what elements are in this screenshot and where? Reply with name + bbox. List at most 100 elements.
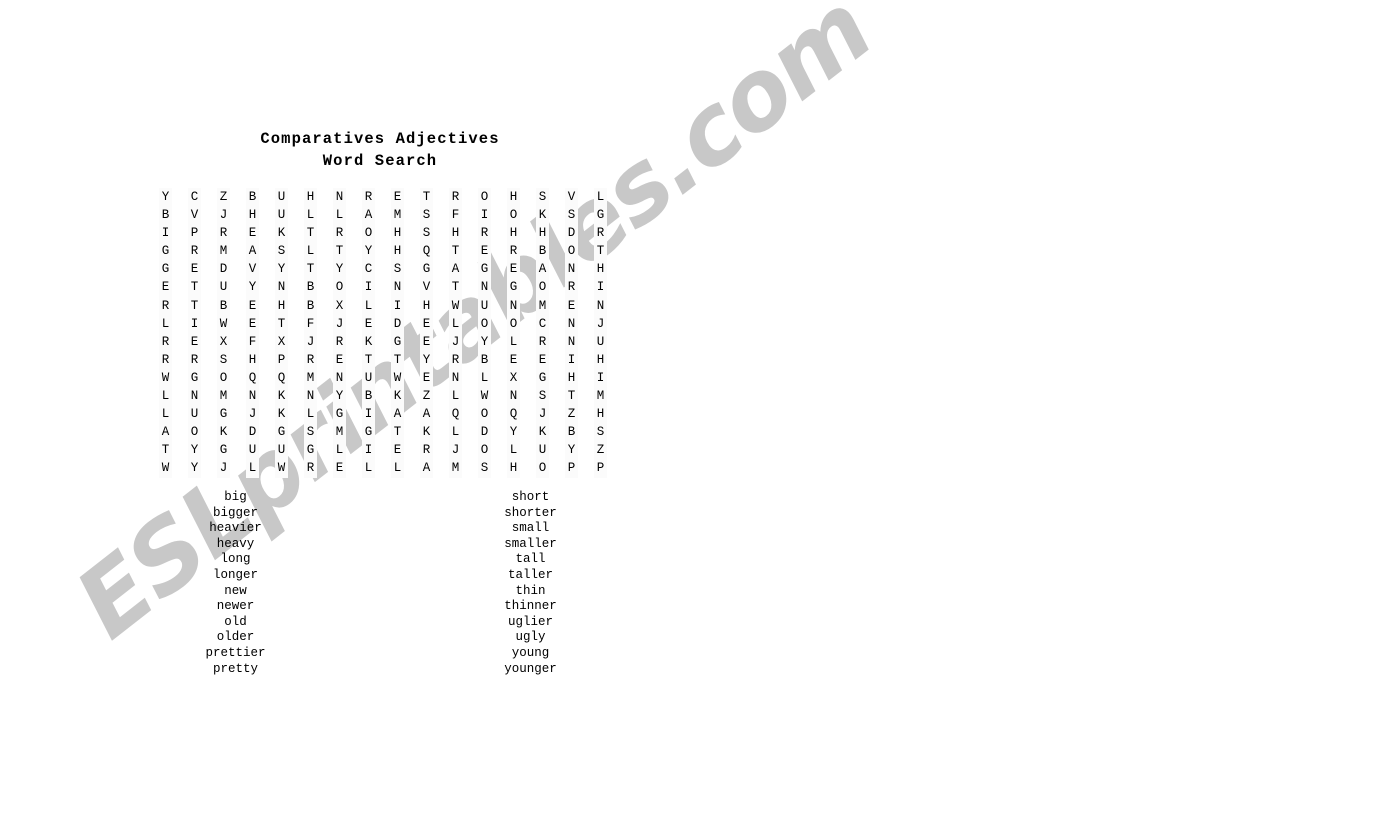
grid-cell-r12-c10: Z [420, 387, 433, 406]
grid-cell-r7-c13: N [507, 296, 520, 315]
grid-cell-r2-c16: G [594, 206, 607, 225]
grid-cell-r9-c10: E [420, 332, 433, 351]
grid-cell-r1-c15: V [565, 188, 578, 207]
grid-cell-r13-c2: U [188, 405, 201, 424]
grid-cell-r11-c16: I [594, 368, 607, 388]
grid-cell-r13-c5: K [275, 405, 288, 424]
grid-cell-r4-c6: L [304, 242, 317, 261]
grid-cell-r11-c8: U [362, 368, 375, 388]
word-list-item: longer [212, 567, 258, 582]
word-list-item: bigger [212, 505, 258, 520]
grid-cell-r13-c12: O [478, 405, 491, 424]
grid-cell-r13-c9: A [391, 405, 404, 424]
grid-cell-r3-c16: R [594, 224, 607, 243]
grid-cell-r12-c1: L [159, 387, 172, 406]
grid-cell-r14-c3: K [217, 423, 230, 442]
grid-cell-r11-c11: N [449, 368, 462, 388]
grid-cell-r12-c2: N [188, 387, 201, 406]
grid-cell-r10-c4: H [246, 350, 259, 369]
grid-cell-r5-c5: Y [275, 260, 288, 279]
grid-cell-r12-c6: N [304, 387, 317, 406]
word-list-item: heavy [216, 536, 255, 551]
grid-cell-r5-c12: G [478, 260, 491, 279]
grid-cell-r7-c5: H [275, 296, 288, 315]
grid-cell-r6-c6: B [304, 278, 317, 297]
grid-cell-r13-c16: H [594, 405, 607, 424]
word-list-item: tall [515, 552, 546, 567]
grid-cell-r14-c10: K [420, 423, 433, 442]
grid-cell-r15-c14: U [536, 441, 549, 460]
grid-cell-r12-c13: N [507, 387, 520, 406]
word-list-item: thin [515, 583, 546, 598]
grid-cell-r12-c12: W [478, 387, 491, 406]
grid-cell-r2-c11: F [449, 206, 462, 225]
grid-cell-r3-c15: D [565, 224, 578, 243]
grid-cell-r4-c10: Q [420, 242, 433, 261]
word-list-item: short [511, 490, 550, 504]
grid-cell-r6-c7: O [333, 278, 346, 297]
grid-cell-r12-c8: B [362, 387, 375, 406]
grid-cell-r11-c12: L [478, 368, 491, 388]
grid-cell-r8-c3: W [217, 314, 230, 333]
grid-cell-r4-c14: B [536, 242, 549, 261]
grid-cell-r14-c6: S [304, 423, 317, 442]
grid-cell-r4-c8: Y [362, 242, 375, 261]
grid-cell-r10-c12: B [478, 350, 491, 369]
grid-cell-r16-c11: M [449, 459, 462, 478]
grid-cell-r15-c9: E [391, 441, 404, 460]
grid-cell-r7-c4: E [246, 296, 259, 315]
grid-cell-r5-c15: N [565, 260, 578, 279]
grid-cell-r15-c13: L [507, 441, 520, 460]
grid-cell-r15-c11: J [449, 441, 462, 460]
grid-cell-r14-c5: G [275, 423, 288, 442]
grid-cell-r13-c15: Z [565, 405, 578, 424]
grid-cell-r9-c7: R [333, 332, 346, 351]
grid-cell-r10-c15: I [565, 350, 578, 369]
grid-cell-r3-c1: I [159, 224, 172, 243]
grid-cell-r13-c10: A [420, 405, 433, 424]
grid-cell-r7-c10: H [420, 296, 433, 315]
grid-cell-r8-c14: C [536, 314, 549, 333]
grid-cell-r6-c16: I [594, 278, 607, 297]
grid-cell-r1-c3: Z [217, 188, 230, 207]
grid-cell-r3-c2: P [188, 224, 201, 243]
word-list-item: newer [216, 599, 255, 614]
grid-cell-r7-c9: I [391, 296, 404, 315]
grid-cell-r15-c10: R [420, 441, 433, 460]
grid-cell-r7-c12: U [478, 296, 491, 315]
grid-cell-r16-c10: A [420, 459, 433, 478]
grid-cell-r5-c11: A [449, 260, 462, 279]
word-list-item: smaller [504, 536, 557, 551]
grid-cell-r6-c3: U [217, 278, 230, 297]
grid-cell-r12-c7: Y [333, 387, 346, 406]
word-list-item: taller [507, 567, 553, 582]
grid-cell-r6-c13: G [507, 278, 520, 297]
grid-cell-r12-c11: L [449, 387, 462, 406]
grid-cell-r14-c9: T [391, 423, 404, 442]
grid-cell-r1-c7: N [333, 188, 346, 207]
grid-cell-r9-c5: X [275, 332, 288, 351]
grid-cell-r11-c13: X [507, 368, 520, 388]
grid-cell-r1-c5: U [275, 188, 288, 207]
grid-cell-r7-c6: B [304, 296, 317, 315]
grid-cell-r12-c3: M [217, 387, 230, 406]
grid-cell-r3-c12: R [478, 224, 491, 243]
grid-cell-r15-c5: U [275, 441, 288, 460]
grid-cell-r16-c8: L [362, 459, 375, 478]
word-list-column-right: short shorter small smaller tall taller thin th… [382, 490, 607, 677]
grid-cell-r11-c9: W [391, 368, 404, 388]
grid-cell-r6-c5: N [275, 278, 288, 297]
grid-cell-r1-c10: T [420, 188, 433, 207]
grid-cell-r8-c10: E [420, 314, 433, 333]
grid-cell-r7-c14: M [536, 296, 549, 315]
grid-cell-r8-c16: J [594, 314, 607, 333]
grid-cell-r13-c14: J [536, 405, 549, 424]
grid-cell-r16-c3: J [217, 459, 230, 478]
grid-cell-r10-c7: E [333, 350, 346, 369]
grid-cell-r8-c8: E [362, 314, 375, 333]
grid-cell-r8-c2: I [188, 314, 201, 333]
grid-cell-r13-c13: Q [507, 405, 520, 424]
grid-cell-r4-c1: G [159, 242, 172, 261]
grid-cell-r5-c1: G [159, 260, 172, 279]
grid-cell-r2-c1: B [159, 206, 172, 225]
